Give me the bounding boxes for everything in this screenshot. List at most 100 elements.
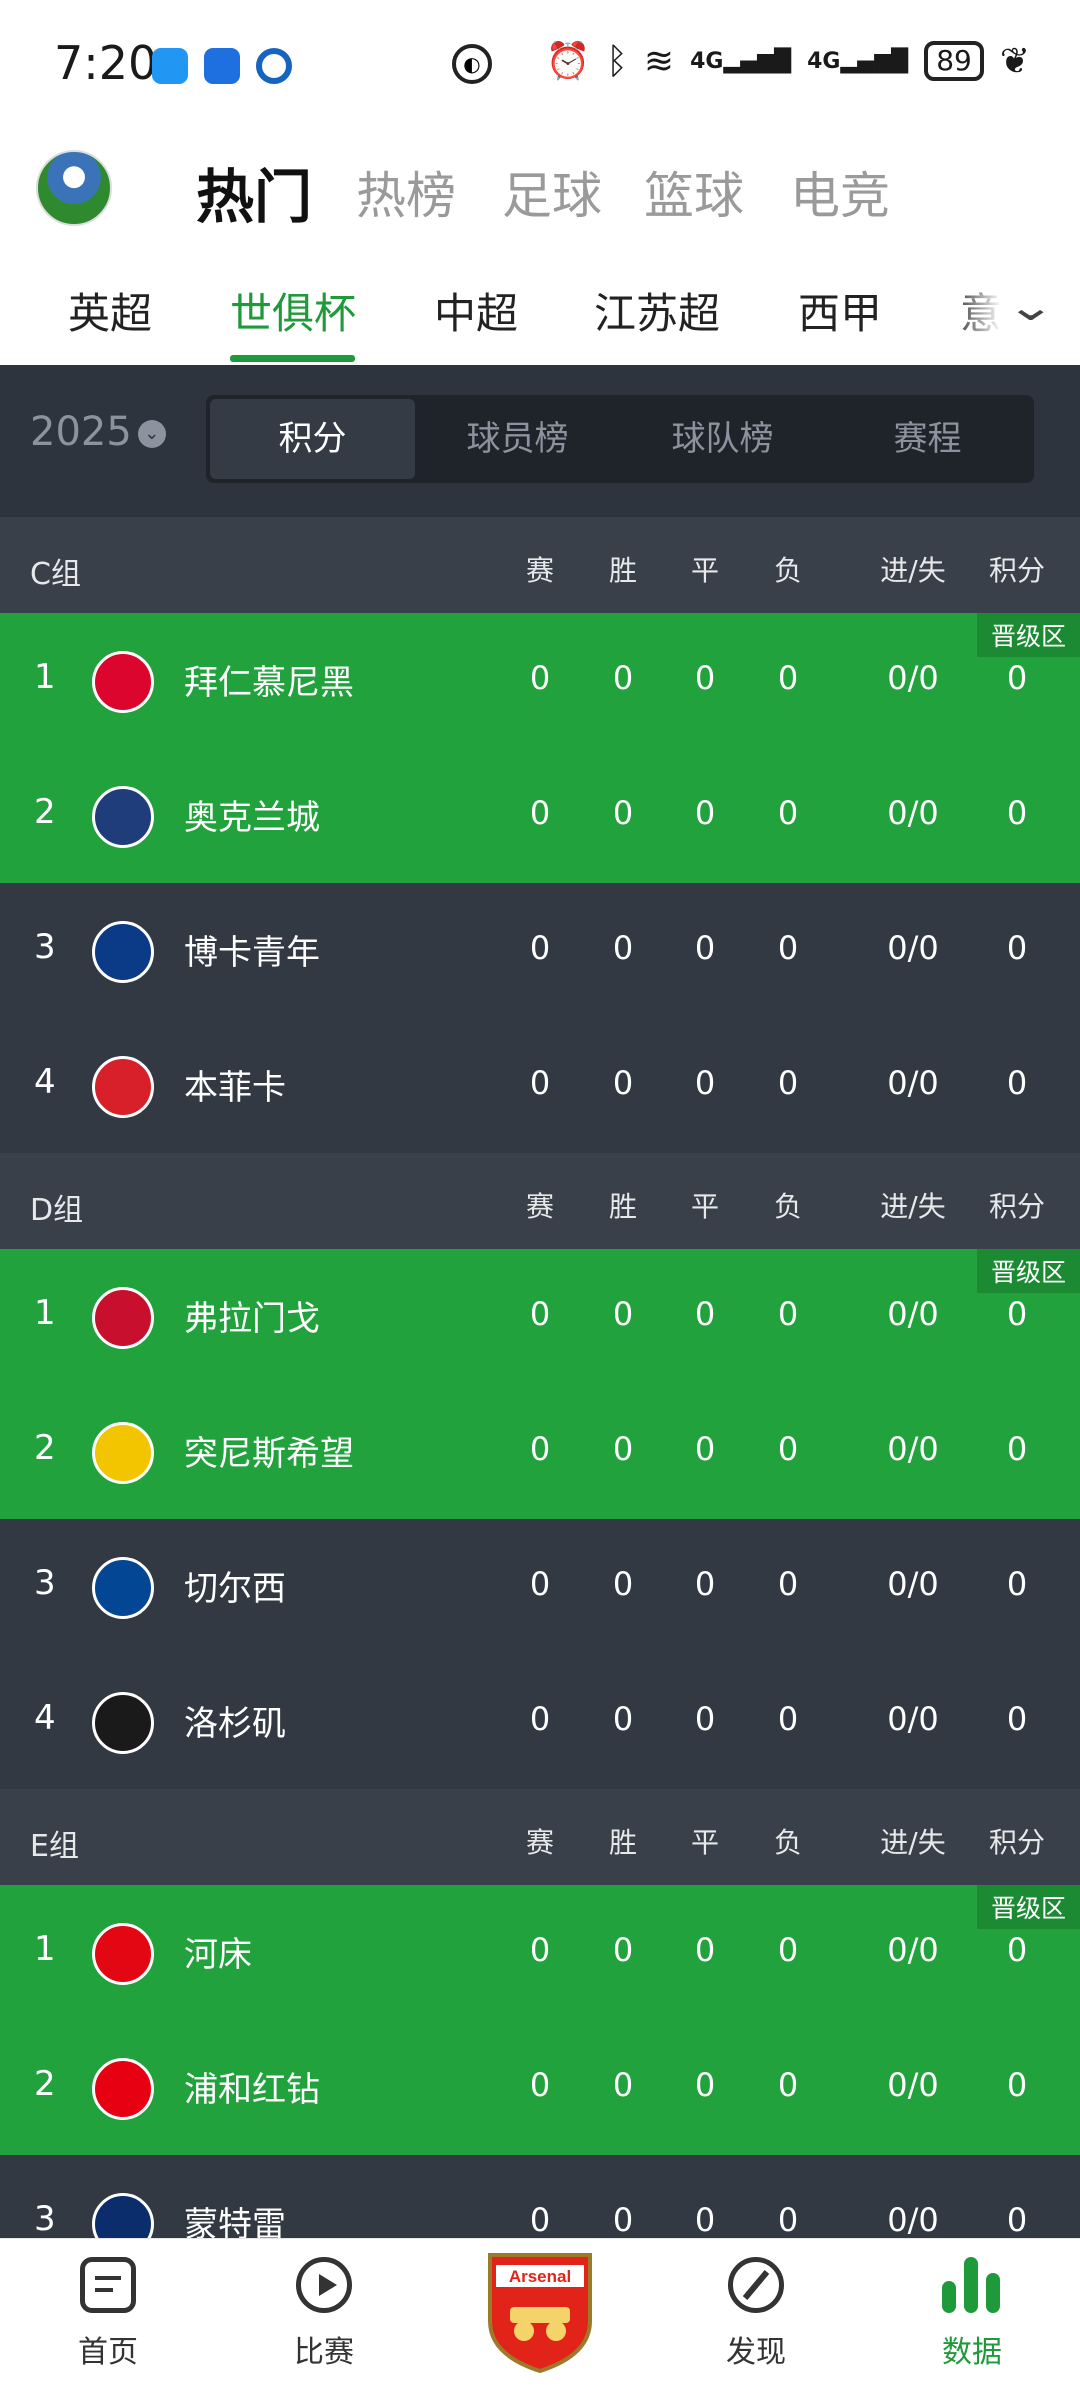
bottom-nav-discover[interactable]: 发现 [686,2257,826,2371]
column-header: 负 [773,1190,802,1223]
table-row[interactable]: 晋级区 1 河床 0 0 0 0 0/0 0 [0,1885,1080,2020]
nav-football[interactable]: 足球 [502,156,602,228]
stat-cell: 0 [1006,1565,1028,1603]
tab-premier-league[interactable]: 英超 [68,280,152,341]
nav-basketball[interactable]: 篮球 [644,156,744,228]
document-icon [80,2257,136,2313]
stat-cell: 0 [529,2066,551,2104]
team-name[interactable]: 突尼斯希望 [184,1426,354,1475]
group-header: C组赛胜平负进/失 积分 [0,517,1080,613]
segmented-control: 积分 球员榜 球队榜 赛程 [206,395,1034,483]
advance-zone-badge: 晋级区 [976,613,1080,657]
team-name[interactable]: 河床 [184,1927,252,1976]
table-row[interactable]: 晋级区 1 拜仁慕尼黑 0 0 0 0 0/0 0 [0,613,1080,748]
team-name[interactable]: 切尔西 [184,1561,286,1610]
stat-cell: 0 [777,1931,799,1969]
team-name[interactable]: 博卡青年 [184,925,320,974]
nav-esports[interactable]: 电竞 [790,156,890,228]
table-row[interactable]: 3 切尔西 0 0 0 0 0/0 0 [0,1519,1080,1654]
segment-player-rank[interactable]: 球员榜 [415,399,620,479]
nav-trending[interactable]: 热榜 [356,156,456,228]
active-tab-indicator [230,355,355,362]
year-selector[interactable]: 2025 ⌄ [30,409,166,455]
stat-cell: 0 [612,1430,634,1468]
bottom-nav-label: 比赛 [294,2335,354,2370]
bottom-nav-matches[interactable]: 比赛 [254,2257,394,2371]
segment-team-rank[interactable]: 球队榜 [620,399,825,479]
segment-standings[interactable]: 积分 [210,399,415,479]
tab-la-liga[interactable]: 西甲 [798,280,882,341]
stat-cell: 0 [777,1700,799,1738]
group-name: E组 [30,1829,79,1864]
stat-cell: 0 [694,1931,716,1969]
table-row[interactable]: 2 突尼斯希望 0 0 0 0 0/0 0 [0,1384,1080,1519]
team-rank: 4 [34,1062,56,1102]
battery-icon: 89 [924,41,984,81]
status-time: 7:20 [54,36,158,90]
stat-cell: 0 [777,659,799,697]
stat-cell: 0 [529,1700,551,1738]
app-notification-icon [204,48,240,84]
group-name: D组 [30,1193,84,1228]
status-bar: 7:20 ◐ ⏰ ᛒ ≋ 4G▂▄▆█ 4G▂▄▆█ 89 ❦ [0,0,1080,130]
chevron-down-icon[interactable]: ⌄ [1006,284,1056,330]
team-logo-icon [92,1422,154,1484]
stat-cell: 0 [694,2201,716,2239]
alarm-icon: ⏰ [545,41,591,82]
stat-cell: 0 [612,929,634,967]
stat-cell: 0/0 [887,2201,939,2239]
table-row[interactable]: 4 本菲卡 0 0 0 0 0/0 0 [0,1018,1080,1153]
stat-cell: 0 [694,1700,716,1738]
stat-cell: 0 [1006,929,1028,967]
league-tabs: 英超 世俱杯 中超 江苏超 西甲 意 ⌄ [0,250,1080,365]
stat-cell: 0 [777,929,799,967]
team-name[interactable]: 浦和红钻 [184,2062,320,2111]
stat-cell: 0 [1006,659,1028,697]
stat-cell: 0 [694,1430,716,1468]
tab-jiangsu-league[interactable]: 江苏超 [594,280,720,341]
table-row[interactable]: 2 浦和红钻 0 0 0 0 0/0 0 [0,2020,1080,2155]
message-app-icon [152,48,188,84]
table-row[interactable]: 2 奥克兰城 0 0 0 0 0/0 0 [0,748,1080,883]
team-name[interactable]: 弗拉门戈 [184,1291,320,1340]
filter-bar: 2025 ⌄ 积分 球员榜 球队榜 赛程 [0,365,1080,517]
tab-club-world-cup[interactable]: 世俱杯 [230,280,356,341]
column-header: 进/失 [880,1826,946,1859]
stat-cell: 0/0 [887,929,939,967]
bottom-nav-data[interactable]: 数据 [902,2257,1042,2371]
stat-cell: 0 [529,1430,551,1468]
team-logo-icon [92,1557,154,1619]
stat-cell: 0 [529,1931,551,1969]
segment-schedule[interactable]: 赛程 [825,399,1030,479]
group-name: C组 [30,557,81,592]
stat-cell: 0 [612,1295,634,1333]
status-icons: ⏰ ᛒ ≋ 4G▂▄▆█ 4G▂▄▆█ 89 ❦ [545,40,1030,83]
stat-cell: 0 [529,659,551,697]
nav-hot[interactable]: 热门 [196,150,312,234]
advance-zone-badge: 晋级区 [976,1885,1080,1929]
avatar[interactable] [36,150,112,226]
stat-cell: 0 [694,2066,716,2104]
signal-icon: 4G▂▄▆█ [690,48,792,74]
stat-cell: 0 [612,659,634,697]
stat-cell: 0 [1006,1295,1028,1333]
table-row[interactable]: 4 洛杉矶 0 0 0 0 0/0 0 [0,1654,1080,1789]
team-name[interactable]: 拜仁慕尼黑 [184,655,354,704]
stat-cell: 0 [529,1295,551,1333]
stat-cell: 0 [1006,1931,1028,1969]
stat-cell: 0 [1006,1700,1028,1738]
main-nav: 热门 热榜 足球 篮球 电竞 [0,130,1080,250]
tab-csl[interactable]: 中超 [434,280,518,341]
team-name[interactable]: 洛杉矶 [184,1696,286,1745]
team-name[interactable]: 奥克兰城 [184,790,320,839]
bottom-nav-home[interactable]: 首页 [38,2257,178,2371]
stat-cell: 0 [694,929,716,967]
team-name[interactable]: 本菲卡 [184,1060,286,1109]
stat-cell: 0 [694,794,716,832]
table-row[interactable]: 3 博卡青年 0 0 0 0 0/0 0 [0,883,1080,1018]
column-header: 积分 [988,1190,1045,1223]
table-row[interactable]: 晋级区 1 弗拉门戈 0 0 0 0 0/0 0 [0,1249,1080,1384]
stat-cell: 0 [612,1931,634,1969]
arsenal-crest-icon[interactable]: Arsenal [484,2251,596,2375]
team-logo-icon [92,1923,154,1985]
